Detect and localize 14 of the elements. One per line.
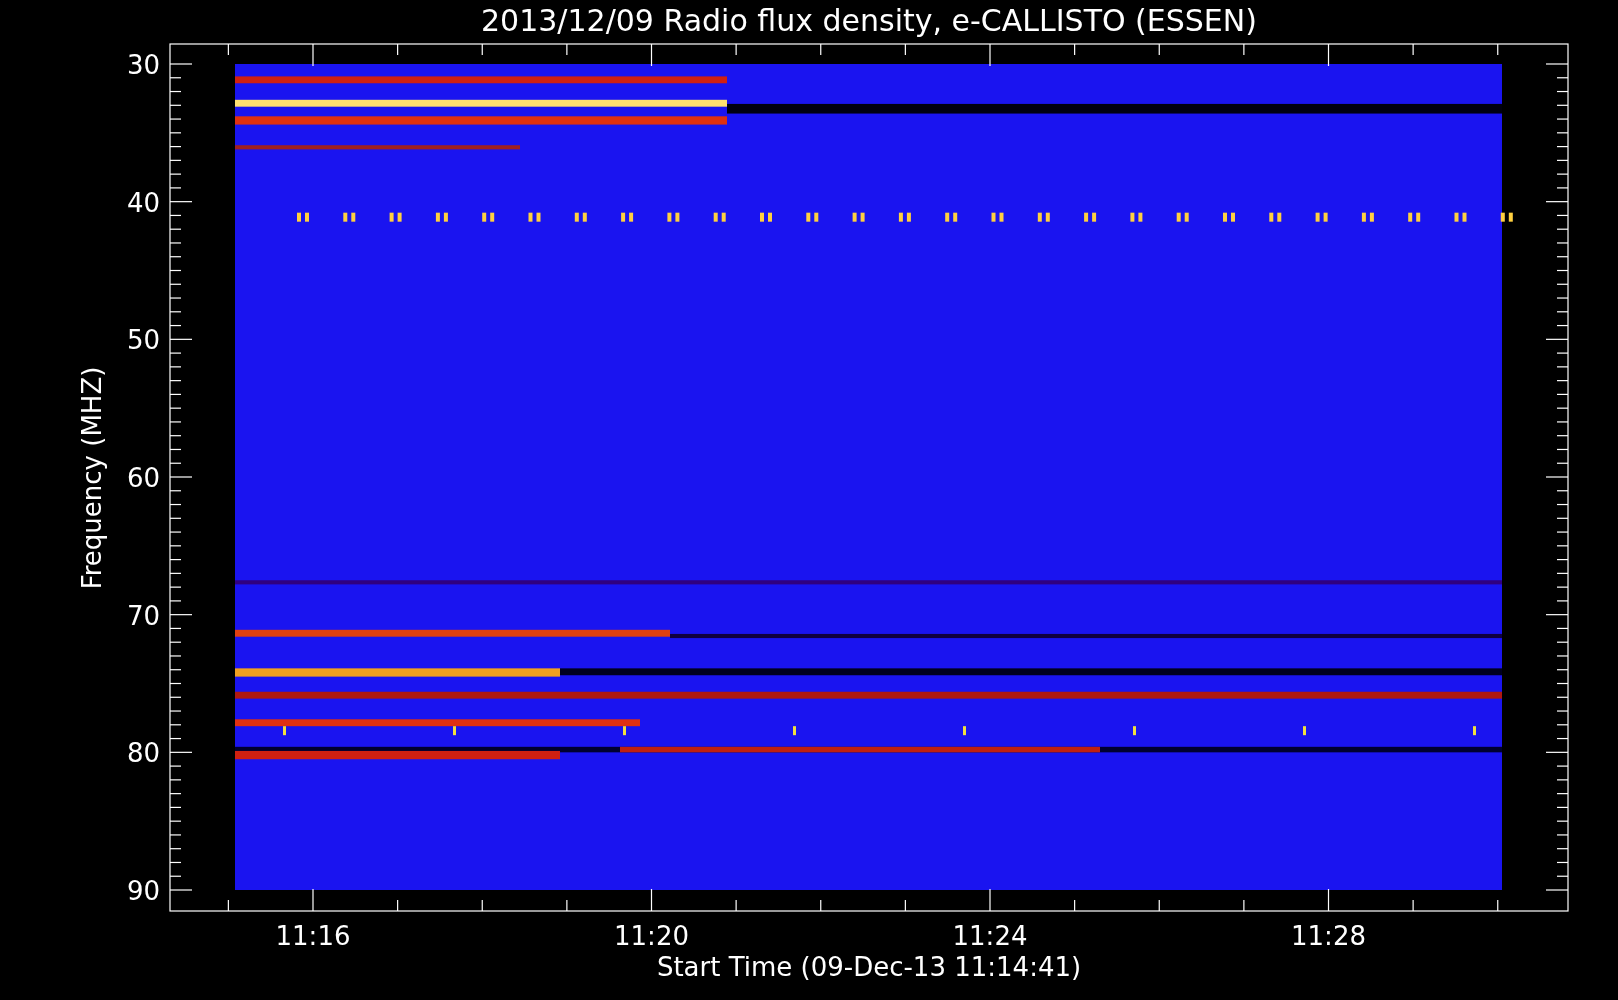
y-tick-label: 90 — [126, 876, 160, 906]
x-tick-label: 11:16 — [275, 921, 351, 951]
x-tick-label: 11:24 — [952, 921, 1028, 951]
y-tick-label: 70 — [126, 600, 160, 631]
y-tick-label: 50 — [126, 325, 160, 356]
y-tick-label: 30 — [126, 50, 160, 80]
x-tick-label: 11:28 — [1291, 921, 1366, 951]
x-tick-label: 11:20 — [614, 921, 689, 951]
y-axis-label: Frequency (MHZ) — [77, 366, 107, 590]
x-axis-label: Start Time (09-Dec-13 11:14:41) — [656, 952, 1082, 982]
y-tick-label: 80 — [126, 738, 160, 769]
y-tick-label: 60 — [126, 463, 160, 493]
chart-title: 2013/12/09 Radio flux density, e-CALLISTO (ESSEN) — [481, 3, 1257, 38]
y-tick-label: 40 — [126, 187, 160, 218]
